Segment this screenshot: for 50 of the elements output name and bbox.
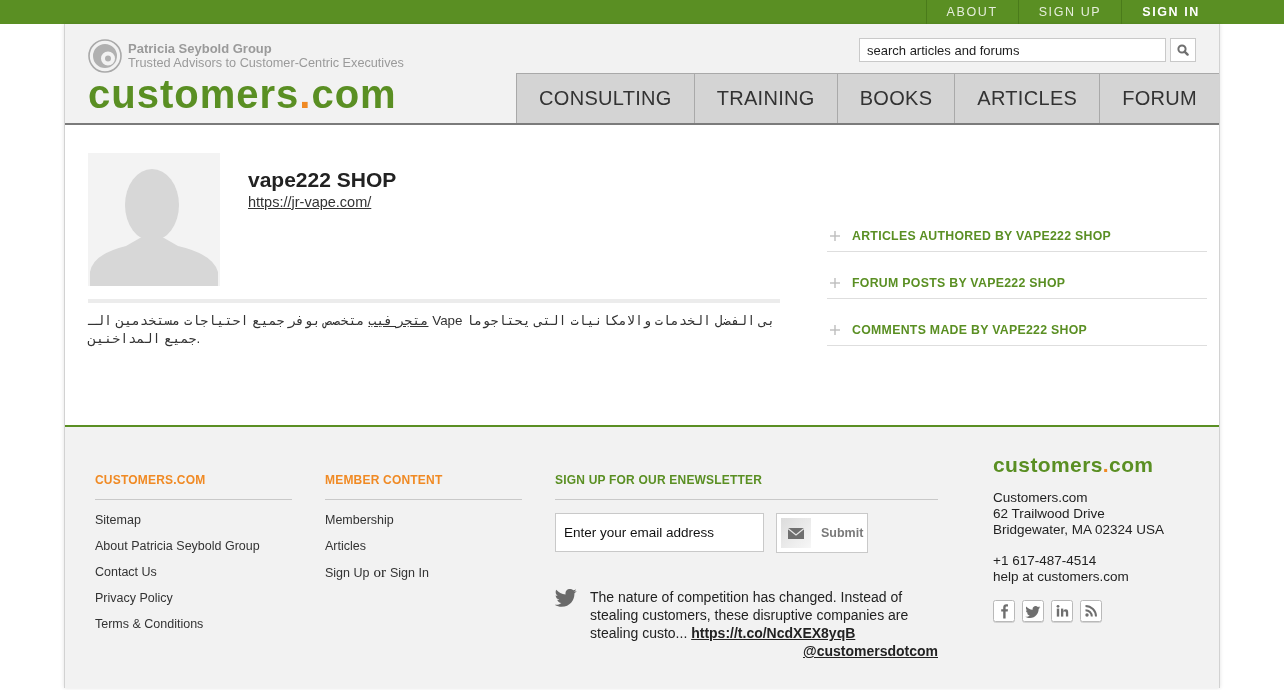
footer-link[interactable]: Contact Us xyxy=(95,559,157,585)
circle-logo-icon xyxy=(88,39,122,73)
footer-link[interactable]: Terms & Conditions xyxy=(95,611,204,637)
nav-tab[interactable]: TRAINING xyxy=(693,73,837,123)
plus-icon xyxy=(830,325,840,335)
twitter-bird-icon xyxy=(555,589,577,607)
footer-heading: MEMBER CONTENT xyxy=(325,473,522,500)
nav-tab[interactable]: BOOKS xyxy=(836,73,955,123)
footer-link[interactable]: Privacy Policy xyxy=(95,585,173,611)
footer-heading: CUSTOMERS.COM xyxy=(95,473,292,500)
footer-link[interactable]: About Patricia Seybold Group xyxy=(95,533,260,559)
tweet-text: The nature of competition has changed. Instead of stealing customers, these disruptive companies are stealing custo... https://t.co/NcdXEX8yqB xyxy=(590,588,910,642)
twitter-handle-link[interactable]: @customersdotcom xyxy=(803,642,938,660)
search-field[interactable]: search articles and forums xyxy=(859,38,1166,62)
activity-link[interactable]: COMMENTS MADE BY VAPE222 SHOP xyxy=(852,322,1088,338)
plus-icon xyxy=(830,278,840,288)
bio-link[interactable]: متجر فيب xyxy=(368,313,429,328)
facebook-icon[interactable] xyxy=(993,600,1015,622)
bio-text: متجر فيب متخصص بوفر جميع احتياجات مستخدمين الـ Vape بى الفضل الخدمات والامكانيات التى يحتاجوما جميع المداخنين. xyxy=(88,312,777,348)
nav-tab[interactable]: CONSULTING xyxy=(516,73,694,123)
submit-button[interactable]: Submit xyxy=(776,513,868,553)
footer-link[interactable]: Membership xyxy=(325,507,394,533)
footer-link[interactable]: Sitemap xyxy=(95,507,141,533)
footer-link[interactable]: Sign Up xyxy=(325,560,370,586)
linkedin-icon[interactable] xyxy=(1051,600,1073,622)
website-link[interactable]: https://jr-vape.com/ xyxy=(248,193,372,211)
company-name: Patricia Seybold Group xyxy=(128,41,273,56)
footer-link[interactable]: Sign In xyxy=(390,560,429,586)
phone-number: +1 617-487-4514 xyxy=(993,553,1098,569)
footer-link[interactable]: Articles xyxy=(325,533,366,559)
newsletter-heading: SIGN UP FOR OUR ENEWSLETTER xyxy=(555,473,938,500)
activity-link[interactable]: FORUM POSTS BY VAPE222 SHOP xyxy=(852,275,1066,291)
address-line: Customers.com xyxy=(993,490,1089,506)
profile-name: vape222 SHOP xyxy=(248,167,397,193)
nav-tab[interactable]: FORUM xyxy=(1099,73,1219,123)
nav-tab[interactable]: ARTICLES xyxy=(954,73,1100,123)
twitter-icon[interactable] xyxy=(1022,600,1044,622)
email-field[interactable]: Enter your email address xyxy=(555,513,764,552)
search-icon xyxy=(1177,44,1189,56)
activity-link[interactable]: ARTICLES AUTHORED BY VAPE222 SHOP xyxy=(852,228,1112,244)
envelope-icon xyxy=(781,518,811,548)
search-button[interactable] xyxy=(1170,38,1196,62)
company-tagline: Trusted Advisors to Customer-Centric Executives xyxy=(128,56,404,71)
plus-icon xyxy=(830,231,840,241)
contact-email: help at customers.com xyxy=(993,569,1129,585)
address-line: Bridgewater, MA 02324 USA xyxy=(993,522,1165,538)
or-text: or xyxy=(373,563,386,582)
address-line: 62 Trailwood Drive xyxy=(993,506,1106,522)
tweet-link[interactable]: https://t.co/NcdXEX8yqB xyxy=(691,625,856,641)
rss-icon[interactable] xyxy=(1080,600,1102,622)
